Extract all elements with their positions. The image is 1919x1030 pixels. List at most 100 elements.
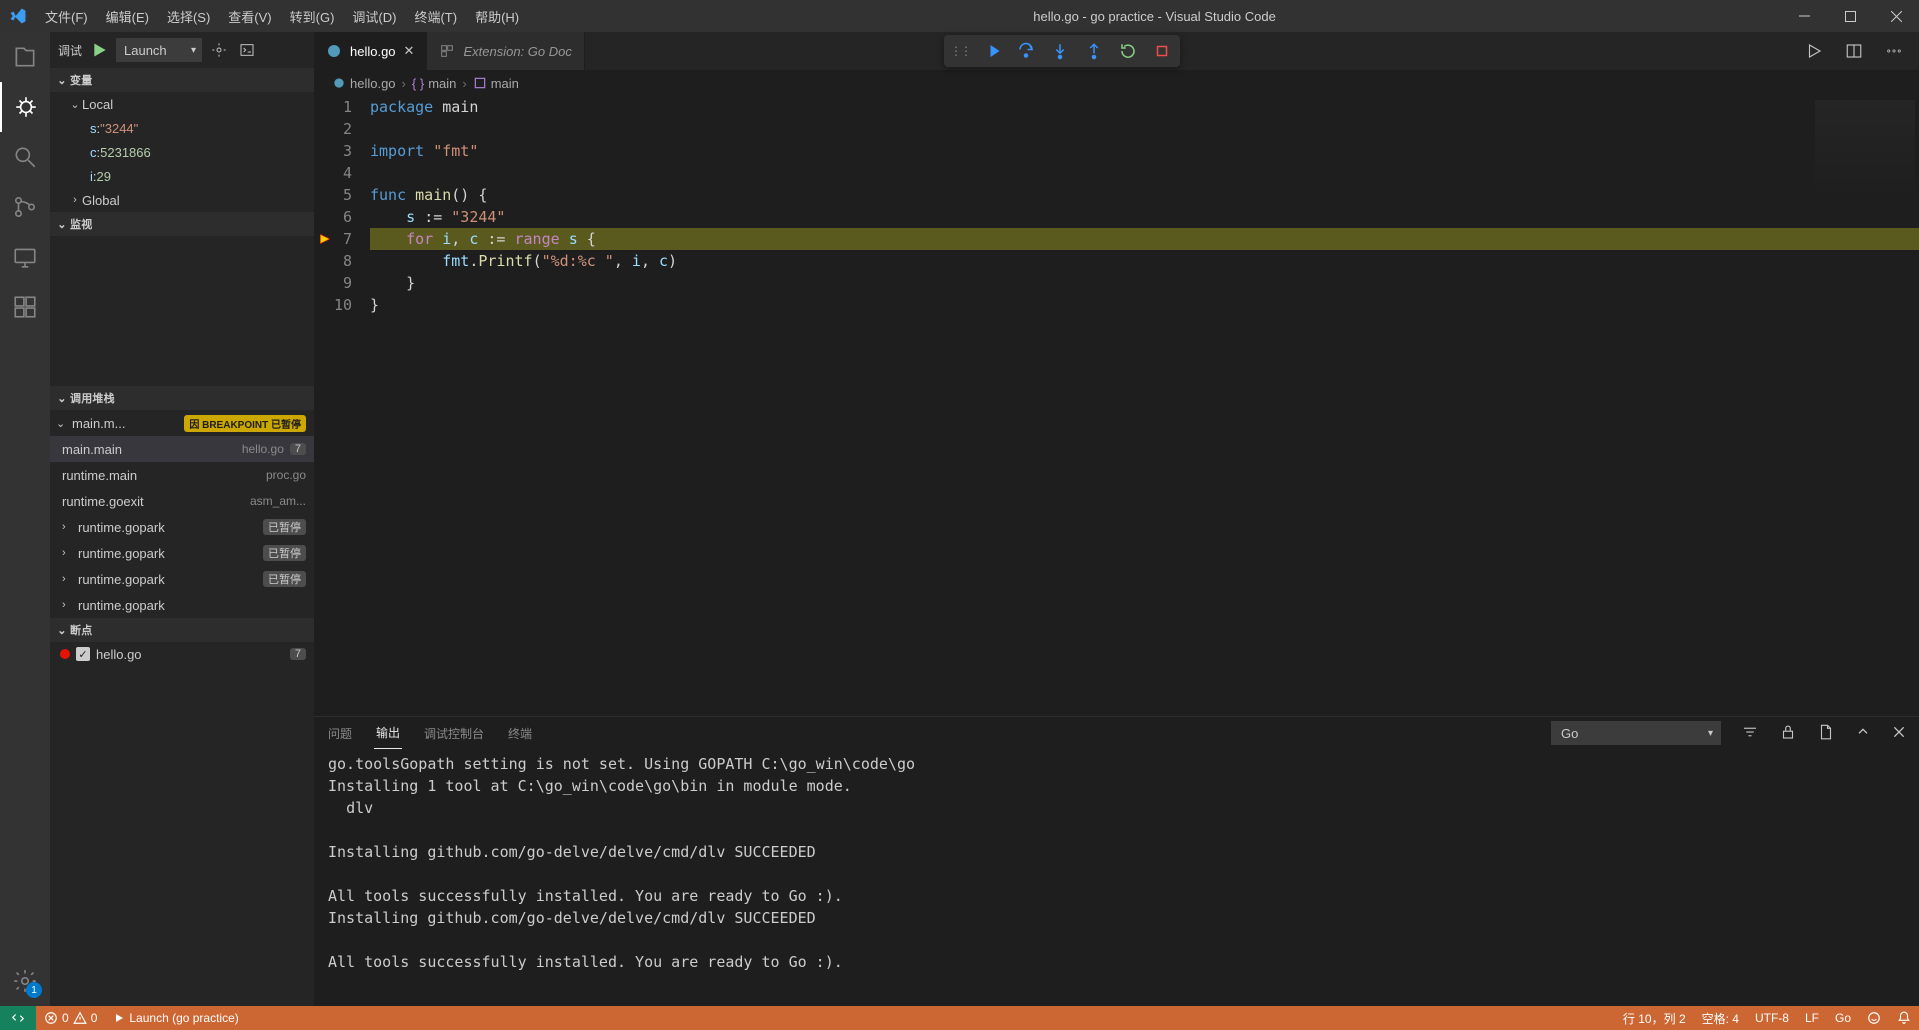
start-debug-button[interactable] — [88, 39, 110, 61]
stack-frame-collapsed[interactable]: ›runtime.gopark 已暂停 — [50, 514, 314, 540]
activity-search[interactable] — [0, 132, 50, 182]
panel-tab[interactable]: 终端 — [506, 717, 534, 749]
step-out-button[interactable] — [1082, 39, 1106, 63]
status-indent[interactable]: 空格: 4 — [1694, 1006, 1747, 1030]
lock-scroll-icon[interactable] — [1779, 723, 1797, 744]
editor-tabs: hello.go✕Extension: Go Doc ⋮⋮ — [314, 32, 1919, 70]
panel-tab[interactable]: 输出 — [374, 717, 402, 749]
activity-explorer[interactable] — [0, 32, 50, 82]
stack-frame-collapsed[interactable]: ›runtime.gopark 已暂停 — [50, 540, 314, 566]
remote-indicator[interactable] — [0, 1006, 36, 1030]
watch-section-header[interactable]: ⌄ 监视 — [50, 212, 314, 236]
breakpoints-label: 断点 — [70, 622, 92, 638]
menu-item[interactable]: 编辑(E) — [97, 0, 158, 32]
title-bar: 文件(F)编辑(E)选择(S)查看(V)转到(G)调试(D)终端(T)帮助(H)… — [0, 0, 1919, 32]
status-lang[interactable]: Go — [1827, 1006, 1859, 1030]
breadcrumb-item[interactable]: hello.go — [332, 76, 396, 91]
variable-row[interactable]: s: "3244" — [50, 116, 314, 140]
menu-bar: 文件(F)编辑(E)选择(S)查看(V)转到(G)调试(D)终端(T)帮助(H) — [36, 0, 528, 32]
status-errors[interactable]: 0 0 — [36, 1006, 105, 1030]
bottom-panel: 问题输出调试控制台终端 Go go.toolsGo — [314, 716, 1919, 1006]
pause-reason-badge: 因 BREAKPOINT 已暂停 — [184, 415, 306, 432]
callstack-section-header[interactable]: ⌄ 调用堆栈 — [50, 386, 314, 410]
code-editor[interactable]: 12345678910 package main import "fmt" fu… — [314, 96, 1919, 716]
step-into-button[interactable] — [1048, 39, 1072, 63]
status-cursor[interactable]: 行 10，列 2 — [1615, 1006, 1694, 1030]
menu-item[interactable]: 终端(T) — [405, 0, 466, 32]
debug-label: 调试 — [58, 42, 82, 59]
breakpoints-body: ✓ hello.go 7 — [50, 642, 314, 666]
breadcrumb-item[interactable]: main — [473, 76, 519, 91]
breadcrumb-item[interactable]: { }main — [412, 76, 456, 91]
status-feedback-icon[interactable] — [1859, 1006, 1889, 1030]
more-actions-button[interactable] — [1883, 40, 1905, 62]
minimap[interactable] — [1815, 100, 1915, 200]
stack-frame-collapsed[interactable]: ›runtime.gopark — [50, 592, 314, 618]
close-tab-icon[interactable]: ✕ — [404, 43, 415, 59]
debug-config-select[interactable]: Launch — [116, 38, 202, 62]
status-launch[interactable]: Launch (go practice) — [105, 1006, 246, 1030]
output-channel-select[interactable]: Go — [1551, 721, 1721, 745]
callstack-body: ⌄ main.m... 因 BREAKPOINT 已暂停 main.main h… — [50, 410, 314, 618]
status-notifications-icon[interactable] — [1889, 1006, 1919, 1030]
debug-toolbar[interactable]: ⋮⋮ — [944, 35, 1180, 67]
window-title: hello.go - go practice - Visual Studio C… — [528, 9, 1781, 24]
close-panel-icon[interactable] — [1891, 724, 1907, 743]
variables-section-header[interactable]: ⌄ 变量 — [50, 68, 314, 92]
activity-source-control[interactable] — [0, 182, 50, 232]
minimize-button[interactable] — [1781, 0, 1827, 32]
maximize-button[interactable] — [1827, 0, 1873, 32]
status-eol[interactable]: LF — [1797, 1006, 1827, 1030]
output-body[interactable]: go.toolsGopath setting is not set. Using… — [314, 749, 1919, 1006]
stack-frame-collapsed[interactable]: ›runtime.gopark 已暂停 — [50, 566, 314, 592]
editor-tab[interactable]: hello.go✕ — [314, 32, 427, 70]
step-over-button[interactable] — [1014, 39, 1038, 63]
continue-button[interactable] — [980, 39, 1004, 63]
stop-button[interactable] — [1150, 39, 1174, 63]
breakpoints-section-header[interactable]: ⌄ 断点 — [50, 618, 314, 642]
activity-remote[interactable] — [0, 232, 50, 282]
debug-sidebar: 调试 Launch ⌄ 变量 ⌄ Local s: "3244"c: 52318… — [50, 32, 314, 1006]
panel-tab[interactable]: 调试控制台 — [422, 717, 486, 749]
menu-item[interactable]: 转到(G) — [281, 0, 344, 32]
run-file-button[interactable] — [1803, 40, 1825, 62]
activity-settings[interactable]: 1 — [0, 956, 50, 1006]
stack-frame[interactable]: main.main hello.go7 — [50, 436, 314, 462]
callstack-label: 调用堆栈 — [70, 390, 115, 406]
menu-item[interactable]: 文件(F) — [36, 0, 97, 32]
drag-handle-icon[interactable]: ⋮⋮ — [950, 44, 970, 58]
menu-item[interactable]: 选择(S) — [158, 0, 219, 32]
debug-console-icon[interactable] — [236, 39, 258, 61]
chevron-down-icon: ⌄ — [54, 74, 70, 87]
variable-row[interactable]: i: 29 — [50, 164, 314, 188]
activity-run-debug[interactable] — [0, 82, 50, 132]
status-encoding[interactable]: UTF-8 — [1747, 1006, 1797, 1030]
activity-extensions[interactable] — [0, 282, 50, 332]
chevron-down-icon: ⌄ — [56, 417, 68, 430]
stack-frame[interactable]: runtime.goexit asm_am... — [50, 488, 314, 514]
debug-settings-gear-icon[interactable] — [208, 39, 230, 61]
open-log-file-icon[interactable] — [1817, 723, 1835, 744]
menu-item[interactable]: 帮助(H) — [466, 0, 528, 32]
stack-frame[interactable]: runtime.main proc.go — [50, 462, 314, 488]
breadcrumb[interactable]: hello.go›{ }main›main — [314, 70, 1919, 96]
panel-tab[interactable]: 问题 — [326, 717, 354, 749]
variable-row[interactable]: c: 5231866 — [50, 140, 314, 164]
breakpoint-checkbox[interactable]: ✓ — [76, 647, 90, 661]
breakpoint-row[interactable]: ✓ hello.go 7 — [50, 642, 314, 666]
watch-body — [50, 236, 314, 386]
maximize-panel-icon[interactable] — [1855, 724, 1871, 743]
editor-group: hello.go✕Extension: Go Doc ⋮⋮ hello.go›{… — [314, 32, 1919, 1006]
watch-label: 监视 — [70, 216, 92, 232]
menu-item[interactable]: 调试(D) — [343, 0, 405, 32]
variables-body: ⌄ Local s: "3244"c: 5231866i: 29 › Globa… — [50, 92, 314, 212]
restart-button[interactable] — [1116, 39, 1140, 63]
menu-item[interactable]: 查看(V) — [219, 0, 280, 32]
scope-local[interactable]: ⌄ Local — [50, 92, 314, 116]
scope-global[interactable]: › Global — [50, 188, 314, 212]
callstack-thread[interactable]: ⌄ main.m... 因 BREAKPOINT 已暂停 — [50, 410, 314, 436]
filter-icon[interactable] — [1741, 723, 1759, 744]
close-window-button[interactable] — [1873, 0, 1919, 32]
editor-tab[interactable]: Extension: Go Doc — [427, 32, 584, 70]
split-editor-button[interactable] — [1843, 40, 1865, 62]
